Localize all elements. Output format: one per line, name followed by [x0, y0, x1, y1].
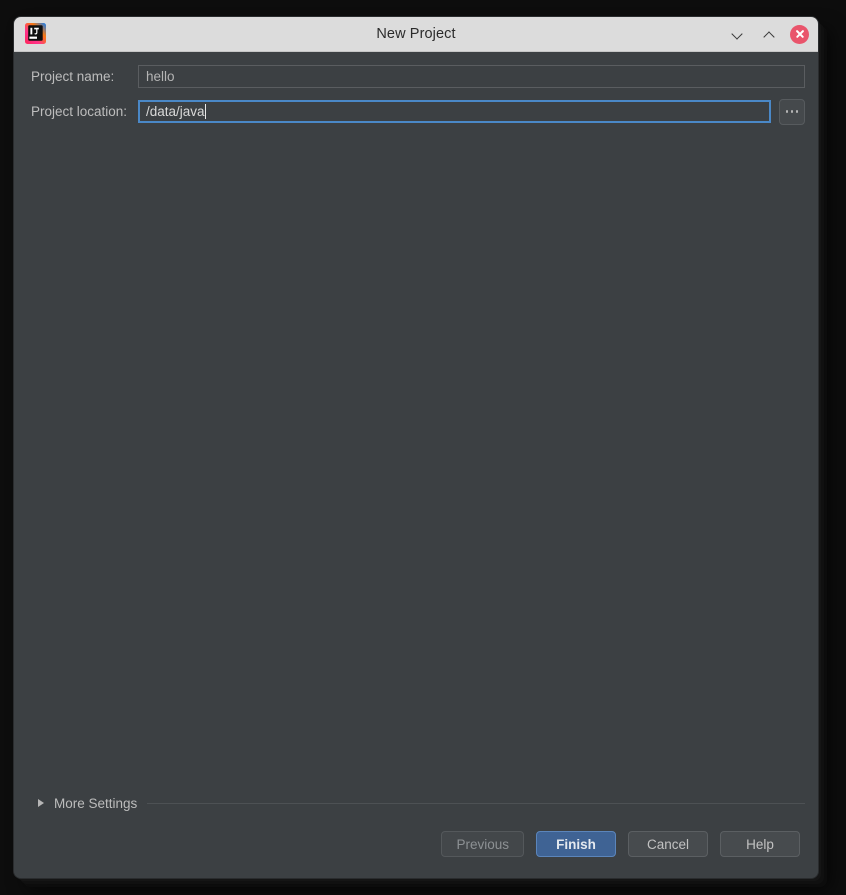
new-project-dialog: New Project Project name: hello Project …	[14, 17, 818, 878]
project-form: Project name: hello Project location: /d…	[14, 52, 818, 134]
intellij-idea-icon	[24, 22, 47, 45]
project-location-control: /data/java	[138, 98, 805, 125]
help-button-label: Help	[746, 836, 774, 852]
project-name-value: hello	[146, 69, 175, 84]
previous-button[interactable]: Previous	[441, 831, 524, 857]
project-location-value: /data/java	[146, 104, 205, 119]
desktop-backdrop: New Project Project name: hello Project …	[0, 0, 846, 895]
project-location-input[interactable]: /data/java	[138, 100, 771, 123]
dialog-body: Project name: hello Project location: /d…	[14, 52, 818, 878]
cancel-button[interactable]: Cancel	[628, 831, 708, 857]
chevron-down-icon	[732, 29, 743, 40]
chevron-up-icon	[764, 29, 775, 40]
finish-button-label: Finish	[556, 836, 596, 852]
minimize-button[interactable]	[726, 23, 748, 45]
ellipsis-dot	[785, 110, 789, 113]
browse-location-button[interactable]	[779, 98, 805, 125]
project-name-input[interactable]: hello	[138, 65, 805, 88]
triangle-right-icon[interactable]	[38, 799, 44, 807]
close-icon[interactable]	[790, 24, 809, 44]
ellipsis-dot	[795, 110, 799, 113]
maximize-button[interactable]	[758, 23, 780, 45]
project-location-row: Project location: /data/java	[31, 98, 805, 125]
more-settings-section[interactable]: More Settings	[14, 788, 818, 818]
more-settings-label: More Settings	[54, 795, 138, 811]
ellipsis-dot	[790, 110, 794, 113]
previous-button-label: Previous	[456, 836, 509, 852]
project-name-label: Project name:	[31, 69, 115, 84]
dialog-footer: Previous Finish Cancel Help	[14, 818, 818, 878]
wizard-content-pane	[14, 134, 818, 788]
dialog-title: New Project	[376, 26, 456, 42]
window-controls	[726, 17, 809, 51]
help-button[interactable]: Help	[720, 831, 800, 857]
project-name-row: Project name: hello	[31, 64, 805, 89]
text-caret	[204, 104, 206, 119]
section-divider	[147, 802, 805, 804]
project-location-label: Project location:	[31, 104, 128, 119]
dialog-titlebar[interactable]: New Project	[14, 17, 818, 52]
finish-button[interactable]: Finish	[536, 831, 616, 857]
cancel-button-label: Cancel	[646, 836, 690, 852]
